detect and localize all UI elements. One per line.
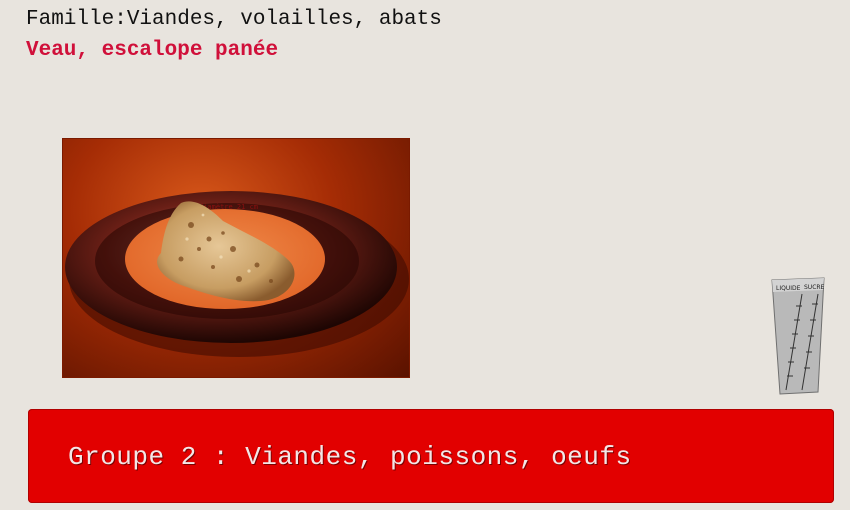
measuring-cup-icon: LIQUIDE SUCRE (766, 276, 828, 396)
food-family-label: Famille:Viandes, volailles, abats (26, 8, 442, 31)
cup-label-left: LIQUIDE (776, 285, 801, 292)
food-photo: diamètre 21 cm (62, 138, 410, 378)
cup-label-right: SUCRE (804, 284, 825, 291)
food-group-label: Groupe 2 : Viandes, poissons, oeufs (68, 442, 632, 472)
food-name-title: Veau, escalope panée (26, 39, 279, 62)
food-group-banner: Groupe 2 : Viandes, poissons, oeufs (28, 409, 834, 503)
